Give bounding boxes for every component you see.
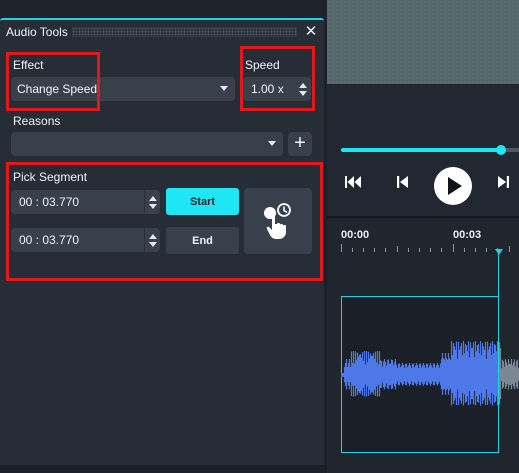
- speed-value: 1.00 x: [251, 82, 284, 96]
- effect-select[interactable]: Change Speed: [11, 77, 235, 101]
- speed-stepper[interactable]: 1.00 x: [243, 77, 311, 101]
- effect-select-value: Change Speed: [17, 82, 98, 96]
- end-time-spin-buttons[interactable]: [144, 228, 160, 252]
- spin-down-icon[interactable]: [299, 90, 307, 96]
- seek-handle[interactable]: [496, 145, 506, 155]
- seek-bar[interactable]: [341, 148, 519, 152]
- play-button[interactable]: [434, 167, 472, 205]
- video-preview: [327, 0, 519, 84]
- spin-down-icon[interactable]: [148, 241, 157, 247]
- drag-grip[interactable]: [72, 27, 297, 37]
- timeline-ruler-ticks: [341, 244, 510, 252]
- speed-spin-buttons[interactable]: [295, 77, 311, 101]
- speed-label: Speed: [245, 58, 280, 72]
- close-icon[interactable]: ✕: [303, 23, 319, 41]
- start-time-value: 00 : 03.770: [19, 195, 80, 209]
- pick-from-playhead-button[interactable]: [244, 188, 312, 254]
- start-time-spin-buttons[interactable]: [144, 190, 160, 214]
- dropdown-caret-icon: [268, 141, 276, 146]
- touch-clock-icon: [264, 203, 291, 239]
- panel-title: Audio Tools: [6, 25, 68, 39]
- spin-up-icon[interactable]: [299, 82, 307, 88]
- start-time-stepper[interactable]: 00 : 03.770: [11, 190, 160, 214]
- reasons-select[interactable]: [11, 132, 283, 156]
- add-reason-button[interactable]: +: [288, 132, 312, 156]
- play-icon: [448, 177, 462, 195]
- reasons-label: Reasons: [13, 114, 61, 128]
- audio-waveform: [341, 341, 519, 406]
- skip-start-icon[interactable]: [345, 175, 361, 189]
- start-button[interactable]: Start: [166, 188, 239, 215]
- effect-label: Effect: [13, 58, 44, 72]
- end-time-value: 00 : 03.770: [19, 233, 80, 247]
- playhead-marker[interactable]: [495, 249, 503, 255]
- spin-up-icon[interactable]: [148, 195, 157, 201]
- spin-down-icon[interactable]: [148, 203, 157, 209]
- pick-segment-label: Pick Segment: [13, 170, 88, 184]
- end-button[interactable]: End: [166, 227, 239, 254]
- playhead-line[interactable]: [498, 252, 499, 453]
- app-window: Audio Tools ✕ Effect Change Speed Speed …: [0, 0, 519, 473]
- panel-titlebar[interactable]: Audio Tools ✕: [0, 20, 324, 44]
- top-strip: [0, 0, 327, 18]
- plus-icon: +: [294, 132, 306, 154]
- ruler-label-1: 00:03: [453, 229, 482, 241]
- step-forward-icon[interactable]: [497, 175, 509, 189]
- dropdown-caret-icon: [220, 86, 228, 91]
- spin-up-icon[interactable]: [148, 233, 157, 239]
- ruler-label-0: 00:00: [341, 229, 370, 241]
- end-time-stepper[interactable]: 00 : 03.770: [11, 228, 160, 252]
- step-back-icon[interactable]: [397, 175, 409, 189]
